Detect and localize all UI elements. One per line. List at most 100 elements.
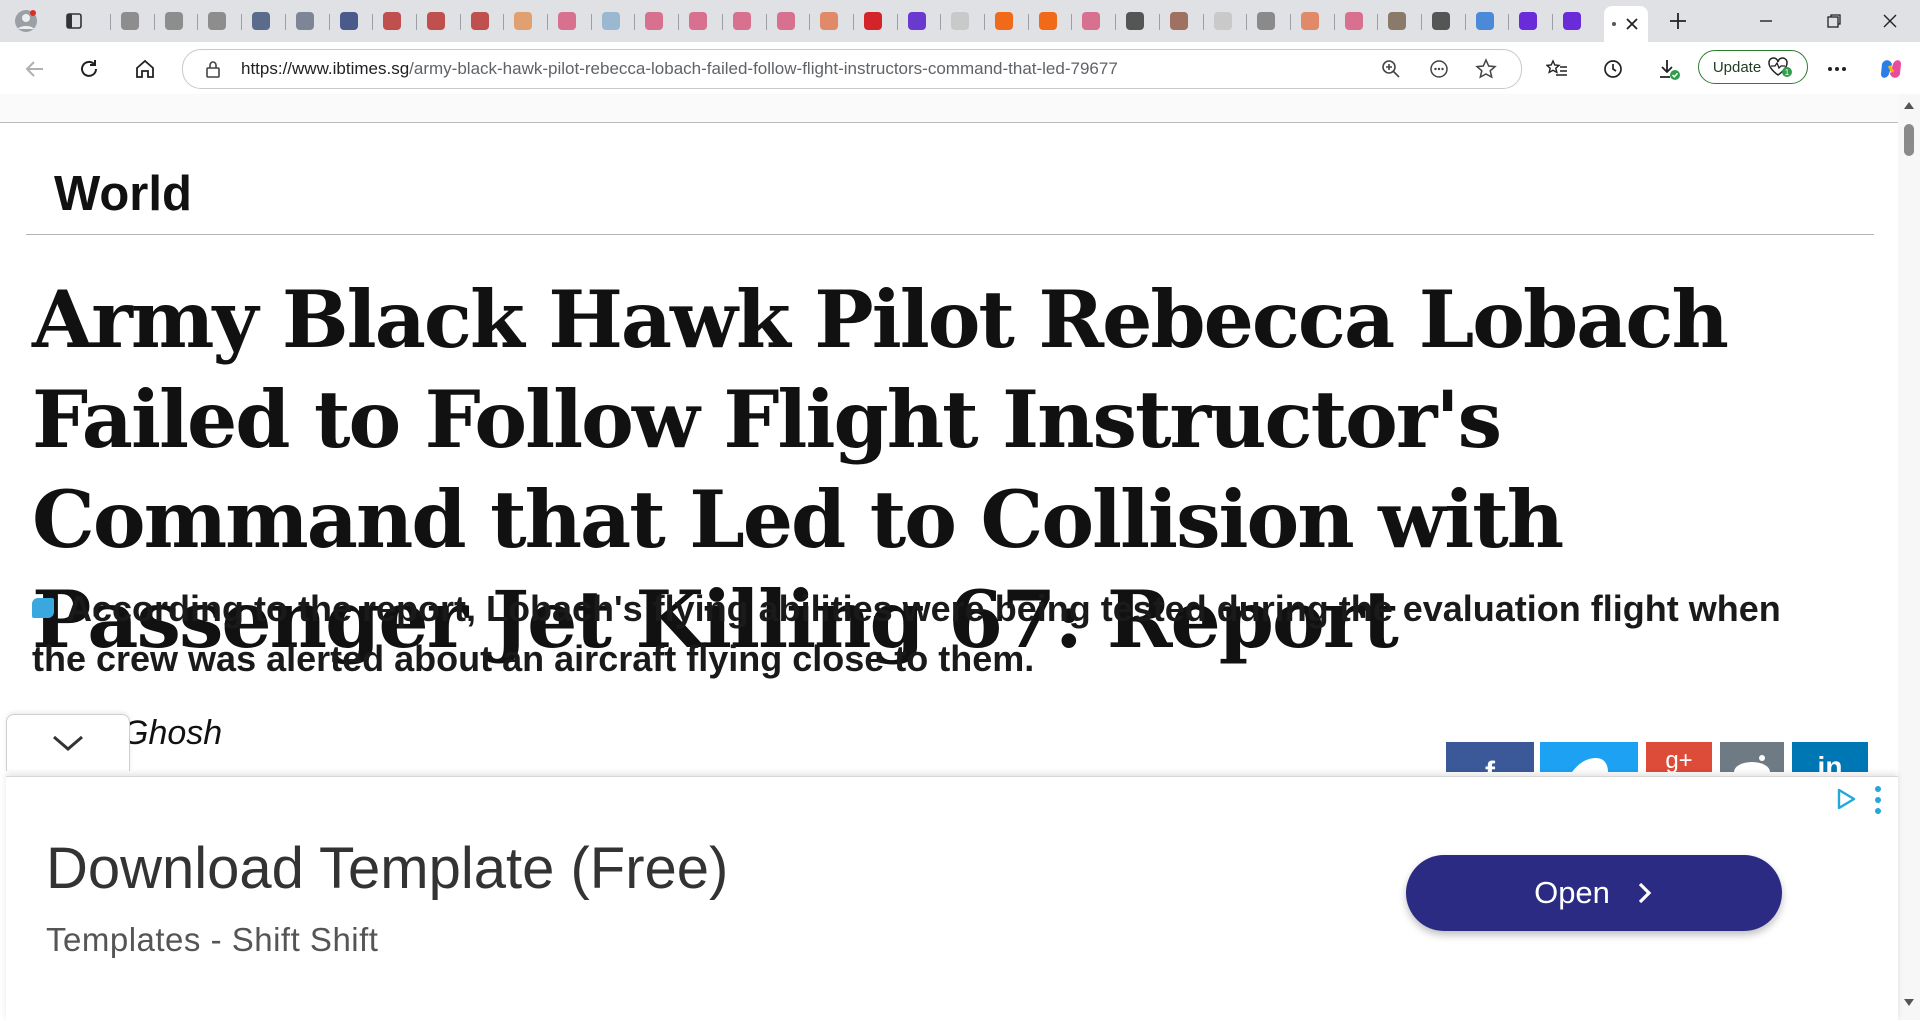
tab-separator — [1508, 14, 1510, 30]
twitter-icon — [1540, 742, 1638, 772]
zoom-icon[interactable] — [1381, 59, 1401, 79]
refresh-button[interactable] — [74, 54, 104, 84]
url-text[interactable]: https://www.ibtimes.sg/army-black-hawk-p… — [241, 59, 1118, 79]
update-button[interactable]: Update 1 — [1698, 50, 1808, 84]
browser-tab[interactable] — [160, 8, 188, 34]
browser-tab[interactable] — [1296, 8, 1324, 34]
tab-favicon-icon — [1038, 12, 1057, 30]
collapse-ad-button[interactable] — [6, 714, 130, 771]
browser-tab[interactable] — [1471, 8, 1499, 34]
svg-text:f: f — [1485, 756, 1496, 772]
downloads-button[interactable] — [1654, 54, 1684, 84]
history-button[interactable] — [1598, 54, 1628, 84]
scrollbar-thumb[interactable] — [1904, 124, 1914, 156]
plus-icon — [1670, 13, 1686, 29]
tab-favicon-icon — [1475, 12, 1494, 30]
share-reddit-button[interactable] — [1720, 742, 1784, 772]
tab-separator — [284, 14, 286, 30]
anchor-ad-banner[interactable]: Download Template (Free) Templates - Shi… — [6, 776, 1898, 1021]
tab-separator — [459, 14, 461, 30]
scroll-down-icon[interactable] — [1903, 998, 1915, 1008]
browser-tab[interactable] — [903, 8, 931, 34]
browser-tab[interactable] — [990, 8, 1018, 34]
url-path: /army-black-hawk-pilot-rebecca-lobach-fa… — [409, 59, 1118, 78]
share-googleplus-button[interactable]: g+ — [1646, 742, 1712, 772]
browser-tab[interactable] — [1165, 8, 1193, 34]
browser-tab[interactable] — [291, 8, 319, 34]
share-twitter-button[interactable] — [1540, 742, 1638, 772]
browser-tab[interactable] — [116, 8, 144, 34]
browser-tab[interactable] — [1121, 8, 1149, 34]
favorite-star-icon[interactable] — [1475, 58, 1497, 80]
tab-favicon-icon — [470, 12, 489, 30]
tab-favicon-icon — [776, 12, 795, 30]
tab-loading-icon — [1612, 22, 1616, 26]
browser-tab[interactable] — [1383, 8, 1411, 34]
browser-tab[interactable] — [772, 8, 800, 34]
author-name[interactable]: Ghosh — [122, 714, 222, 753]
browser-tab[interactable] — [203, 8, 231, 34]
browser-tab[interactable] — [335, 8, 363, 34]
page-scrollbar[interactable] — [1898, 94, 1920, 1020]
browser-tab[interactable] — [859, 8, 887, 34]
browser-tab[interactable] — [553, 8, 581, 34]
browser-tab[interactable] — [1077, 8, 1105, 34]
summary-text: According to the report, Lobach's flying… — [32, 588, 1781, 679]
browser-tab[interactable] — [378, 8, 406, 34]
browser-tab[interactable] — [684, 8, 712, 34]
ad-title[interactable]: Download Template (Free) — [46, 835, 728, 902]
back-button[interactable] — [20, 54, 50, 84]
section-label[interactable]: World — [54, 166, 192, 222]
adchoices-icon[interactable] — [1834, 787, 1858, 811]
tab-separator — [372, 14, 374, 30]
new-tab-button[interactable] — [1664, 8, 1692, 34]
browser-tab[interactable] — [1209, 8, 1237, 34]
browser-tab[interactable] — [1252, 8, 1280, 34]
tab-separator — [1377, 14, 1379, 30]
profile-avatar[interactable] — [12, 8, 40, 34]
googleplus-icon: g+ — [1646, 742, 1712, 772]
minimize-button[interactable] — [1752, 8, 1780, 34]
copilot-button[interactable] — [1876, 54, 1906, 84]
browser-tab[interactable] — [597, 8, 625, 34]
browser-tab[interactable] — [509, 8, 537, 34]
browser-tab[interactable] — [1558, 8, 1586, 34]
browser-tab[interactable] — [466, 8, 494, 34]
settings-menu-button[interactable] — [1822, 54, 1852, 84]
browser-tab[interactable] — [1340, 8, 1368, 34]
browser-tab[interactable] — [1427, 8, 1455, 34]
svg-text:in: in — [1818, 751, 1843, 772]
ad-subtitle[interactable]: Templates - Shift Shift — [46, 921, 378, 959]
ad-menu-icon[interactable] — [1874, 785, 1882, 815]
tab-separator — [1552, 14, 1554, 30]
share-facebook-button[interactable]: f — [1446, 742, 1534, 772]
browser-tab[interactable] — [815, 8, 843, 34]
favorites-button[interactable] — [1542, 54, 1572, 84]
tab-separator — [1071, 14, 1073, 30]
tab-favicon-icon — [863, 12, 882, 30]
lock-icon[interactable] — [205, 60, 221, 78]
tab-favicon-icon — [208, 12, 227, 30]
tab-actions-icon — [66, 13, 82, 29]
active-tab[interactable] — [1604, 6, 1648, 42]
scroll-up-icon[interactable] — [1903, 100, 1915, 110]
close-tab-icon[interactable] — [1624, 16, 1640, 32]
tab-favicon-icon — [121, 12, 139, 30]
home-button[interactable] — [130, 54, 160, 84]
restore-button[interactable] — [1820, 8, 1848, 34]
address-bar[interactable]: https://www.ibtimes.sg/army-black-hawk-p… — [182, 49, 1522, 89]
ad-open-button[interactable]: Open — [1406, 855, 1782, 931]
browser-tab[interactable] — [946, 8, 974, 34]
browser-tab[interactable] — [640, 8, 668, 34]
share-linkedin-button[interactable]: in — [1792, 742, 1868, 772]
browser-tab[interactable] — [1034, 8, 1062, 34]
browser-tab[interactable] — [1514, 8, 1542, 34]
browser-tab[interactable] — [728, 8, 756, 34]
tab-favicon-icon — [339, 12, 358, 30]
browser-tab[interactable] — [247, 8, 275, 34]
tab-favicon-icon — [426, 12, 445, 30]
read-aloud-icon[interactable] — [1429, 59, 1449, 79]
tab-actions-button[interactable] — [60, 8, 88, 34]
browser-tab[interactable] — [422, 8, 450, 34]
close-window-button[interactable] — [1876, 8, 1904, 34]
